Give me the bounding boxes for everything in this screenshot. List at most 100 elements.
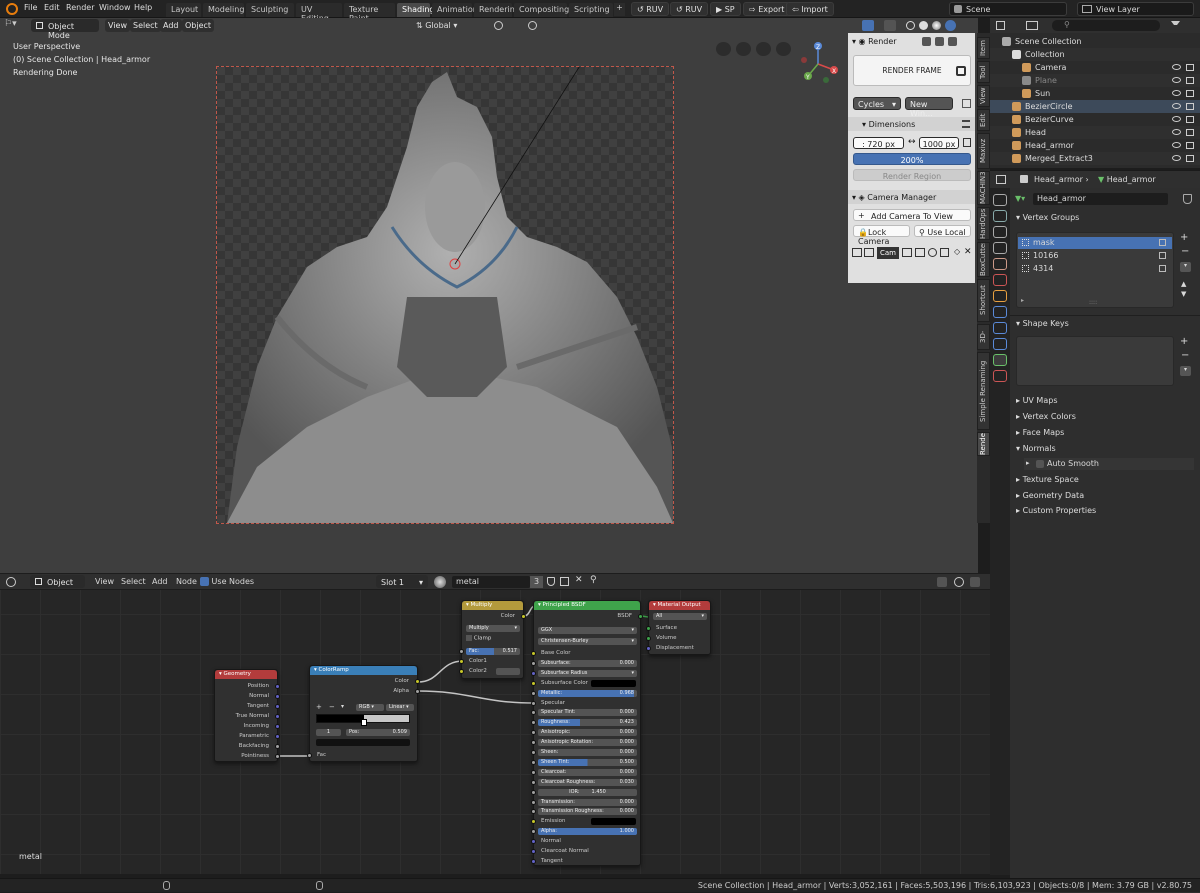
bsdf-roughness-field[interactable]: Roughness: 0.423 [538, 719, 637, 727]
bsdf-sheen-socket[interactable] [531, 750, 536, 755]
import-button[interactable]: ⇦ Import [786, 2, 834, 16]
sidebar-tab-boxcutter[interactable]: BoxCutter [977, 242, 990, 277]
geometry-output-socket[interactable] [275, 744, 280, 749]
resolution-y-field[interactable]: 1000 px [919, 137, 959, 149]
copy-icon[interactable] [963, 138, 971, 147]
colorramp-stop-marker[interactable] [361, 719, 367, 726]
sidebar-tab-maxivz-tools[interactable]: Maxivz Tools [977, 133, 990, 169]
properties-editor-icon[interactable] [996, 175, 1006, 184]
geometry-data-header[interactable]: ▸ Geometry Data [1016, 491, 1084, 500]
editor-type-icon[interactable]: ⚐▾ [4, 19, 26, 32]
cam-tab[interactable]: Cam [877, 247, 899, 259]
bsdf-ior-field[interactable]: IOR: 1.450 [538, 788, 637, 796]
close-icon[interactable]: ✕ [964, 247, 972, 257]
list-expand-icon[interactable]: ▸ [1021, 297, 1024, 304]
visibility-eye-icon[interactable] [1172, 129, 1181, 135]
transform-orientation[interactable]: ⇅ Global ▾ [416, 19, 480, 32]
menu-window[interactable]: Window [99, 3, 131, 12]
sidebar-tab-shortcut-vur[interactable]: Shortcut VUr [977, 279, 990, 322]
sidebar-tab-render[interactable]: Render [977, 432, 990, 456]
pan-hand-icon[interactable] [756, 42, 771, 56]
vertex-group-item[interactable]: mask [1018, 237, 1172, 249]
bsdf-normal-socket[interactable] [531, 839, 536, 845]
vertex-group-lock-icon[interactable] [1159, 252, 1166, 259]
workspace-tab-animation[interactable]: Animation [432, 3, 478, 17]
texture-space-header[interactable]: ▸ Texture Space [1016, 475, 1079, 484]
uv-maps-header[interactable]: ▸ UV Maps [1016, 396, 1057, 405]
custom-properties-header[interactable]: ▸ Custom Properties [1016, 506, 1096, 515]
workspace-tab-modeling[interactable]: Modeling [203, 3, 244, 17]
target-icon[interactable] [928, 248, 937, 257]
dimensions-header[interactable]: ▾ Dimensions [848, 117, 975, 131]
sidebar-tab-item[interactable]: Item [977, 37, 990, 59]
outliner-search[interactable]: ⚲ [1052, 20, 1160, 31]
menu-render[interactable]: Render [66, 3, 94, 12]
material-browse-icon[interactable] [434, 576, 446, 588]
multiply-color2-swatch[interactable] [496, 668, 520, 675]
properties-tab-tool-icon[interactable] [993, 194, 1007, 206]
blender-logo-icon[interactable] [6, 3, 18, 15]
proportional-edit-icon[interactable] [528, 21, 537, 30]
outliner-row-beziercurve[interactable]: BezierCurve [990, 113, 1200, 126]
table-icon[interactable] [915, 248, 925, 257]
render-image-icon[interactable] [922, 37, 931, 46]
node-menu-node[interactable]: Node [176, 577, 197, 586]
properties-tab-object-icon[interactable] [993, 290, 1007, 302]
view-layer-selector[interactable]: View Layer [1077, 2, 1194, 16]
bsdf-subsurface-color-socket[interactable] [531, 680, 536, 686]
viewport-menu-add[interactable]: Add [160, 19, 182, 32]
shape-key-menu-icon[interactable]: ▾ [1180, 366, 1191, 376]
visibility-eye-icon[interactable] [1172, 155, 1181, 161]
geometry-output-socket[interactable] [275, 734, 280, 739]
lock-camera-button[interactable]: 🔒Lock Camera [853, 225, 910, 246]
bsdf-transmission-roughness-field[interactable]: Transmission Roughness: 0.000 [538, 808, 637, 816]
bsdf-anisotropic-rotation-field[interactable]: Anisotropic Rotation: 0.000 [538, 739, 637, 747]
render-settings-icon[interactable] [948, 37, 957, 46]
auto-smooth-expand-icon[interactable]: ▸ [1026, 459, 1030, 467]
properties-tab-scene-icon[interactable] [993, 258, 1007, 270]
bsdf-sheen-tint-socket[interactable] [531, 759, 536, 765]
bsdf-anisotropic-field[interactable]: Anisotropic: 0.000 [538, 729, 637, 737]
face-maps-header[interactable]: ▸ Face Maps [1016, 428, 1064, 437]
menu-file[interactable]: File [24, 3, 37, 12]
node-editor-maximize-icon[interactable] [970, 577, 980, 587]
add-vertex-group-icon[interactable]: + [1180, 232, 1188, 243]
multiply-fac-field[interactable]: Fac: 0.517 [466, 648, 520, 655]
bsdf-specular-tint-socket[interactable] [531, 710, 536, 716]
duplicate-material-icon[interactable] [560, 577, 569, 586]
sidebar-tab-simple-renaming-panel[interactable]: Simple Renaming Panel [977, 352, 990, 430]
workspace-tab-layout[interactable]: Layout [166, 3, 201, 17]
outliner-row-head-armor[interactable]: Head_armor [990, 139, 1200, 152]
vertex-group-lock-icon[interactable] [1159, 265, 1166, 272]
bsdf-subsurface-field[interactable]: Subsurface: 0.000 [538, 659, 637, 667]
tools-icon[interactable] [940, 248, 949, 257]
multiply-color1-socket[interactable] [459, 659, 464, 664]
render-camera-icon[interactable] [1186, 103, 1194, 110]
new-window-select[interactable]: New Win... [905, 97, 953, 118]
camera-view-icon[interactable] [736, 42, 751, 56]
render-camera-icon[interactable] [1186, 142, 1194, 149]
outliner-row-plane[interactable]: Plane [990, 74, 1200, 87]
shading-material-icon[interactable] [932, 21, 941, 30]
bsdf-clearcoat-normal-socket[interactable] [531, 849, 536, 854]
render-camera-icon[interactable] [1186, 116, 1194, 123]
resolution-x-field[interactable]: : 720 px [853, 137, 904, 149]
diamond-icon[interactable]: ◇ [954, 247, 960, 256]
remove-vertex-group-icon[interactable]: − [1181, 246, 1189, 257]
xray-icon[interactable] [884, 20, 896, 31]
bsdf-node-header[interactable]: ▾ Principled BSDF [534, 601, 640, 610]
viewport-menu-view[interactable]: View [105, 19, 130, 32]
sidebar-tab-edit[interactable]: Edit [977, 109, 990, 131]
viewport-menu-object[interactable]: Object [182, 19, 215, 32]
render-camera-icon[interactable] [1186, 90, 1194, 97]
properties-tab-view-layer-icon[interactable] [993, 242, 1007, 254]
bsdf-transmission-socket[interactable] [531, 799, 536, 805]
bsdf-specular-tint-field[interactable]: Specular Tint: 0.000 [538, 709, 637, 717]
multiply-output-socket[interactable] [521, 614, 526, 619]
shader-type-select[interactable]: Object [30, 575, 85, 588]
scene-selector[interactable]: Scene [949, 2, 1067, 16]
render-camera-icon[interactable] [1186, 129, 1194, 136]
workspace-tab-uv-editing[interactable]: UV Editing [296, 3, 342, 23]
add-workspace-button[interactable]: + [614, 3, 625, 16]
snap-node-icon[interactable] [937, 577, 947, 587]
